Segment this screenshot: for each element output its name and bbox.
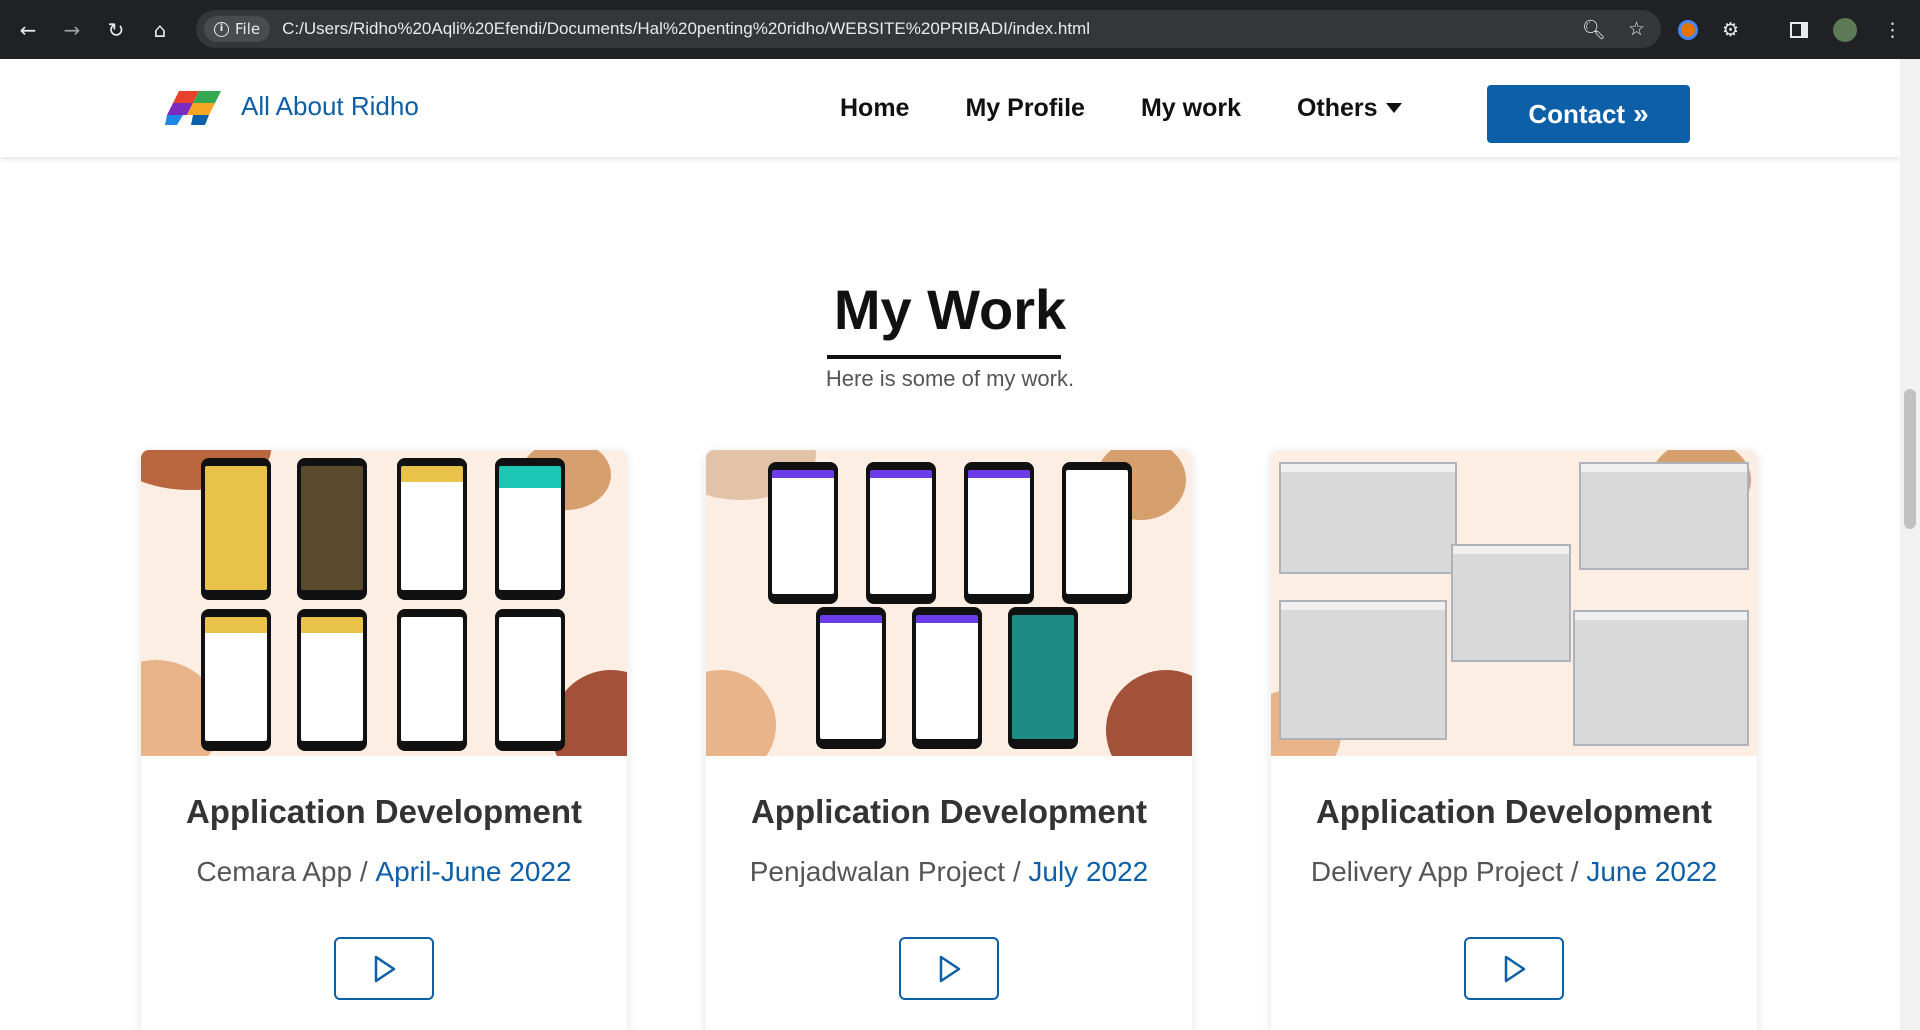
nav-others-label: Others [1296, 93, 1378, 122]
browser-toolbar: ← → ↻ ⌂ i File C:/Users/Ridho%20Aqli%20E… [0, 0, 1920, 59]
work-card: Application Development Cemara App / Apr… [141, 450, 627, 1030]
reload-icon[interactable]: ↻ [100, 14, 132, 46]
work-card: Application Development Delivery App Pro… [1271, 450, 1757, 1030]
card-date: July 2022 [1028, 856, 1149, 887]
card-date: June 2022 [1586, 856, 1718, 887]
nav-others-dropdown[interactable]: Others [1297, 94, 1402, 123]
brand-name: All About Ridho [241, 90, 419, 121]
card-project: Delivery App Project [1310, 856, 1563, 887]
play-icon [374, 955, 396, 982]
card-title: Application Development [750, 793, 1148, 830]
title-underline [827, 355, 1061, 359]
card-project: Penjadwalan Project [749, 856, 1006, 887]
card-project: Cemara App [196, 856, 353, 887]
play-icon [939, 955, 961, 982]
contact-button[interactable]: Contact » [1487, 85, 1690, 143]
card-date: April-June 2022 [375, 856, 572, 887]
site-header: All About Ridho Home My Profile My work … [0, 59, 1900, 157]
play-button[interactable] [899, 937, 999, 1000]
play-icon [1504, 955, 1526, 982]
bookmark-star-icon[interactable]: ☆ [1628, 18, 1645, 40]
card-separator: / [359, 856, 368, 887]
play-button[interactable] [334, 937, 434, 1000]
brand-logo-icon [165, 85, 225, 127]
nav-home[interactable]: Home [840, 94, 909, 123]
play-button[interactable] [1464, 937, 1564, 1000]
more-menu-icon[interactable]: ⋮ [1883, 19, 1902, 41]
card-meta: Penjadwalan Project / July 2022 [706, 856, 1192, 888]
double-chevron-right-icon: » [1633, 98, 1649, 129]
work-card: Application Development Penjadwalan Proj… [706, 450, 1192, 1030]
extensions-puzzle-icon[interactable]: ⚙ [1722, 19, 1739, 41]
home-icon[interactable]: ⌂ [144, 14, 176, 46]
profile-avatar[interactable] [1833, 17, 1857, 42]
extension-icon[interactable] [1678, 19, 1698, 40]
contact-label: Contact [1528, 98, 1626, 129]
site-info-label: File [235, 20, 261, 38]
scrollbar-thumb[interactable] [1904, 389, 1916, 529]
card-thumbnail-image[interactable] [1271, 450, 1757, 756]
page-scrollbar[interactable] [1900, 59, 1920, 1030]
card-meta: Cemara App / April-June 2022 [141, 856, 627, 888]
card-title: Application Development [1315, 793, 1713, 830]
card-thumbnail-image[interactable] [141, 450, 627, 756]
back-icon[interactable]: ← [12, 14, 44, 46]
section-subtitle: Here is some of my work. [825, 366, 1075, 391]
url-text[interactable]: C:/Users/Ridho%20Aqli%20Efendi/Documents… [282, 19, 1090, 39]
card-title: Application Development [185, 793, 583, 830]
site-info-chip[interactable]: i File [204, 16, 271, 42]
main-nav: Home My Profile My work Others [840, 59, 1402, 157]
nav-my-profile[interactable]: My Profile [965, 94, 1084, 123]
card-thumbnail-image[interactable] [706, 450, 1192, 756]
page-viewport: All About Ridho Home My Profile My work … [0, 59, 1900, 1030]
address-bar[interactable]: i File C:/Users/Ridho%20Aqli%20Efendi/Do… [196, 10, 1661, 48]
brand[interactable]: All About Ridho [165, 85, 419, 127]
zoom-icon[interactable]: 🔍︎ [1582, 18, 1606, 41]
work-cards: Application Development Cemara App / Apr… [141, 450, 1761, 1030]
card-meta: Delivery App Project / June 2022 [1271, 856, 1757, 888]
nav-my-work[interactable]: My work [1141, 94, 1241, 123]
card-separator: / [1012, 856, 1021, 887]
card-separator: / [1570, 856, 1579, 887]
caret-down-icon [1385, 103, 1402, 113]
forward-icon[interactable]: → [56, 14, 88, 46]
side-panel-icon[interactable] [1790, 21, 1808, 38]
info-icon: i [214, 21, 229, 37]
section-title: My Work [833, 278, 1067, 341]
